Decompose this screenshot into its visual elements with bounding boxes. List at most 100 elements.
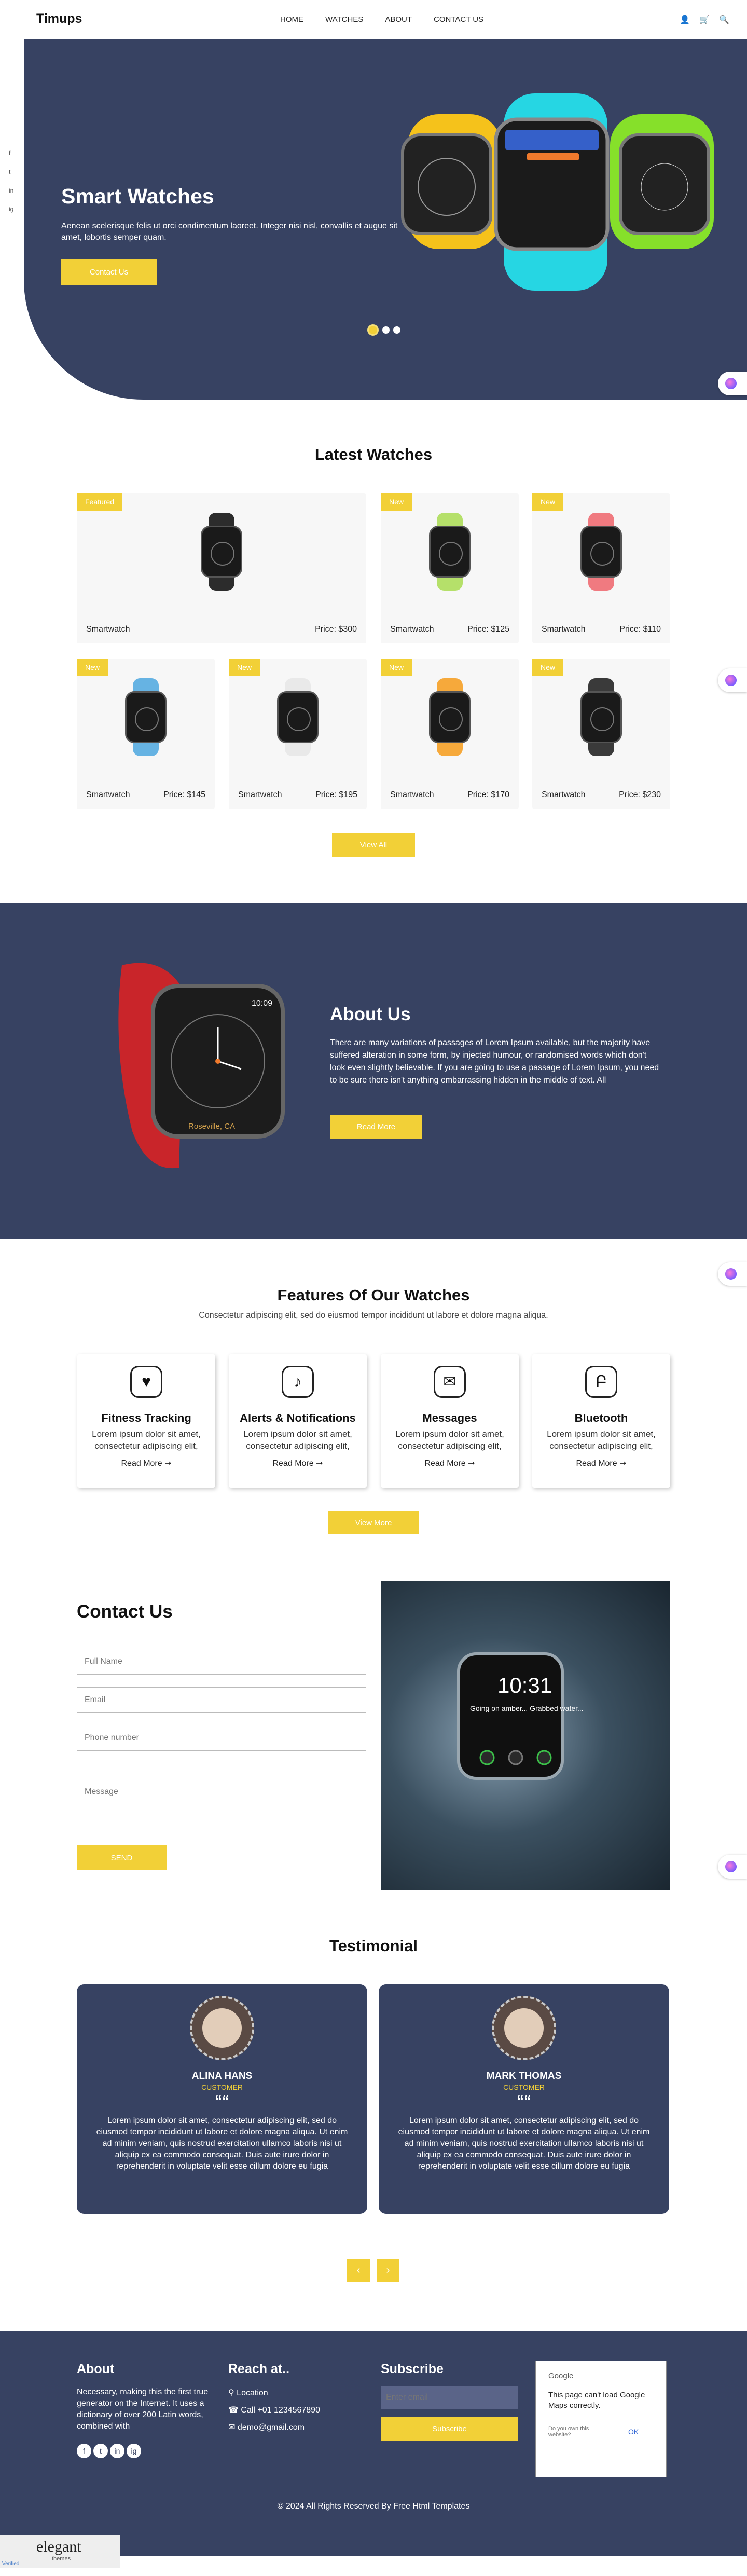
product-tag: New [229, 659, 260, 676]
map-question: Do you own this website? [548, 2426, 589, 2438]
about-read-more-button[interactable]: Read More [330, 1115, 422, 1139]
full-name-field[interactable] [77, 1649, 366, 1675]
nav-about[interactable]: ABOUT [385, 15, 412, 24]
product-price: Price: $300 [315, 625, 357, 634]
product-card[interactable]: New Smartwatch Price: $145 [77, 659, 215, 809]
footer-phone: ☎ Call +01 1234567890 [228, 2405, 320, 2416]
instagram-icon[interactable]: ig [9, 205, 13, 213]
facebook-icon[interactable]: f [77, 2444, 91, 2458]
subscribe-email-input[interactable] [381, 2386, 518, 2409]
product-price: Price: $195 [315, 790, 357, 799]
hero-contact-button[interactable]: Contact Us [61, 259, 157, 285]
product-tag: New [77, 659, 108, 676]
avatar [190, 1996, 254, 2060]
site-header: Timups HOME WATCHES ABOUT CONTACT US 👤 🛒… [0, 0, 747, 39]
message-field[interactable] [77, 1764, 366, 1826]
watch-image [125, 678, 167, 756]
view-all-button[interactable]: View All [332, 833, 415, 857]
footer-social-links: f t in ig [77, 2444, 141, 2458]
cart-icon[interactable]: 🛒 [699, 15, 710, 25]
nav-watches[interactable]: WATCHES [325, 15, 363, 24]
feature-card: ✉ Messages Lorem ipsum dolor sit amet, con… [381, 1354, 519, 1488]
footer-phone-text: Call +01 1234567890 [241, 2406, 320, 2415]
facebook-icon[interactable]: f [9, 149, 13, 157]
map-ok-button[interactable]: OK [628, 2428, 639, 2436]
chat-widget[interactable] [718, 668, 747, 692]
product-card[interactable]: New Smartwatch Price: $195 [229, 659, 367, 809]
chat-orb-icon [725, 1268, 737, 1280]
feature-read-more-link[interactable]: Read More ➞ [532, 1458, 670, 1469]
email-field[interactable] [77, 1687, 366, 1713]
linkedin-icon[interactable]: in [9, 187, 13, 194]
watch-image [429, 513, 471, 591]
product-price: Price: $110 [619, 625, 661, 634]
about-watch-time: 10:09 [252, 999, 272, 1008]
product-card[interactable]: Featured Smartwatch Price: $300 [77, 493, 366, 643]
chat-orb-icon [725, 1861, 737, 1872]
footer-subscribe-title: Subscribe [381, 2362, 444, 2376]
carousel-dot[interactable] [367, 324, 379, 336]
chat-widget[interactable] [718, 1855, 747, 1879]
product-tag: New [532, 659, 564, 676]
elegant-themes-badge[interactable]: elegant themes Verified [0, 2535, 120, 2568]
watch-face [429, 526, 471, 578]
feature-card: ♪ Alerts & Notifications Lorem ipsum dolor… [229, 1354, 367, 1488]
send-button[interactable]: SEND [77, 1845, 167, 1870]
product-card[interactable]: New Smartwatch Price: $110 [532, 493, 670, 643]
chat-widget[interactable] [718, 372, 747, 395]
google-map-embed[interactable]: Google This page can't load Google Maps … [535, 2361, 667, 2477]
view-more-button[interactable]: View More [328, 1511, 419, 1534]
twitter-icon[interactable]: t [93, 2444, 108, 2458]
hero-social-links: f t in ig [9, 149, 13, 213]
linkedin-icon[interactable]: in [110, 2444, 125, 2458]
product-card[interactable]: New Smartwatch Price: $170 [381, 659, 519, 809]
testimonial-role: CUSTOMER [503, 2083, 545, 2091]
footer-location-text: Location [237, 2389, 268, 2397]
watch-face [429, 691, 471, 743]
about-text: There are many variations of passages of… [330, 1038, 659, 1085]
product-name: Smartwatch [390, 790, 434, 799]
fitness-watch-icon: ♥ [130, 1366, 162, 1398]
user-icon[interactable]: 👤 [680, 15, 690, 25]
watch-face [580, 691, 622, 743]
chat-widget[interactable] [718, 1262, 747, 1286]
nav-contact[interactable]: CONTACT US [434, 15, 483, 24]
product-card[interactable]: New Smartwatch Price: $230 [532, 659, 670, 809]
nav-home[interactable]: HOME [280, 15, 303, 24]
product-name: Smartwatch [542, 790, 586, 799]
feature-read-more-link[interactable]: Read More ➞ [77, 1458, 215, 1469]
twitter-icon[interactable]: t [9, 168, 13, 175]
testimonial-next-button[interactable]: › [377, 2259, 399, 2282]
product-name: Smartwatch [542, 625, 586, 634]
carousel-dot[interactable] [393, 326, 400, 334]
product-name: Smartwatch [238, 790, 282, 799]
feature-read-more-link[interactable]: Read More ➞ [229, 1458, 367, 1469]
testimonial-title: Testimonial [329, 1937, 418, 1955]
footer-email-text[interactable]: demo@gmail.com [238, 2423, 305, 2432]
footer-about-text: Necessary, making this the first true ge… [77, 2388, 209, 2431]
testimonial-name: MARK THOMAS [486, 2071, 562, 2081]
bell-icon: ♪ [282, 1366, 314, 1398]
bluetooth-icon: Բ [585, 1366, 617, 1398]
product-card[interactable]: New Smartwatch Price: $125 [381, 493, 519, 643]
site-logo[interactable]: Timups [36, 11, 82, 26]
instagram-icon[interactable]: ig [127, 2444, 141, 2458]
testimonial-card: MARK THOMAS CUSTOMER ““ Lorem ipsum dolo… [379, 1984, 669, 2214]
search-icon[interactable]: 🔍 [719, 15, 729, 25]
quote-icon: ““ [517, 2092, 531, 2108]
contact-watch-time: 10:31 [497, 1673, 552, 1697]
hero-banner: Smart Watches Aenean scelerisque felis u… [24, 39, 747, 400]
carousel-dot[interactable] [382, 326, 390, 334]
testimonial-prev-button[interactable]: ‹ [347, 2259, 370, 2282]
about-watch-location: Roseville, CA [188, 1122, 235, 1131]
about-watch-image: 10:09 Roseville, CA [118, 963, 285, 1169]
subscribe-button[interactable]: Subscribe [381, 2417, 518, 2441]
testimonial-text: Lorem ipsum dolor sit amet, consectetur … [398, 2116, 650, 2171]
header-icons: 👤 🛒 🔍 [680, 15, 729, 25]
watch-face [201, 526, 242, 578]
phone-field[interactable] [77, 1725, 366, 1751]
product-tag: New [532, 493, 564, 511]
hero-carousel-dots [367, 324, 400, 336]
map-brand: Google [548, 2372, 574, 2380]
feature-read-more-link[interactable]: Read More ➞ [381, 1458, 519, 1469]
